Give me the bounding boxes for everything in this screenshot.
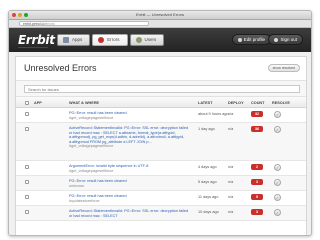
deploy-value: n/a	[228, 127, 234, 131]
deploy-value: n/a	[228, 165, 234, 169]
column-header-resolve: RESOLVE	[272, 101, 290, 105]
sign-out-label: Sign out	[280, 37, 297, 42]
error-message-link[interactable]: PG::Error: result has been cleared	[69, 194, 127, 198]
page-header: Unresolved Errors show resolved	[16, 57, 306, 81]
column-header-latest[interactable]: LATEST	[198, 101, 212, 105]
browser-toolbar: errbit.petrol.io/errors	[9, 20, 311, 28]
apps-icon	[63, 37, 69, 43]
row-checkbox[interactable]	[25, 165, 29, 169]
error-location: #updatestoreforce	[69, 198, 100, 203]
latest-time: 10 days ago	[198, 210, 219, 214]
count-badge: 2	[251, 164, 263, 170]
count-badge: 5	[251, 194, 263, 200]
error-summary: ArgumentError: invalid byte sequence in …	[69, 164, 191, 173]
table-row: ArgumentError: invalid byte sequence in …	[16, 161, 306, 176]
resolve-button[interactable]: ✓	[274, 163, 281, 171]
nav-tab-label: Users	[144, 37, 157, 42]
error-summary: ActiveRecord::StatementInvalid: PG::Erro…	[69, 209, 191, 218]
latest-time: 5 days ago	[198, 180, 217, 184]
errors-icon	[98, 37, 105, 43]
nav-tab-users[interactable]: Users	[129, 34, 165, 46]
latest-time: 11 days ago	[198, 195, 219, 199]
latest-time: 1 day ago	[198, 127, 215, 131]
users-icon	[135, 37, 142, 43]
error-message-link[interactable]: PG::Error: result has been cleared	[69, 179, 127, 183]
deploy-value: n/a	[228, 210, 234, 214]
address-bar[interactable]: errbit.petrol.io/errors	[19, 21, 149, 26]
check-icon: ✓	[275, 111, 280, 117]
edit-profile-label: Edit profile	[243, 37, 265, 42]
resolve-button[interactable]: ✓	[274, 125, 281, 133]
page-title: Unresolved Errors	[24, 63, 97, 73]
errbit-logo[interactable]: Errbit	[18, 33, 55, 47]
error-message-link[interactable]: ActiveRecord::StatementInvalid: PG::Erro…	[69, 126, 188, 144]
error-message-link[interactable]: PG::Error: result has been cleared	[69, 111, 127, 115]
table-row: ActiveRecord::StatementInvalid: PG::Erro…	[16, 206, 306, 221]
count-badge: 36	[251, 126, 263, 132]
select-all-checkbox[interactable]	[25, 100, 29, 105]
column-header-what-where[interactable]: WHAT & WHERE	[69, 101, 99, 105]
error-summary: PG::Error: result has been cleared unkno…	[69, 179, 191, 188]
edit-profile-button[interactable]: Edit profile	[231, 34, 271, 45]
main-content: Unresolved Errors show resolved APP WHAT…	[15, 56, 307, 235]
error-summary: PG::Error: result has been cleared #upda…	[69, 194, 191, 203]
check-icon: ✓	[275, 164, 280, 170]
resolve-button[interactable]: ✓	[274, 193, 281, 201]
logo-underline	[18, 47, 48, 48]
error-location: #get_voltagepagesellforce	[69, 144, 114, 149]
power-icon	[274, 37, 279, 42]
browser-window: Errbit — Unresolved Errors errbit.petrol…	[8, 10, 312, 236]
count-badge: 32	[251, 111, 263, 117]
deploy-value: n/a	[228, 195, 234, 199]
error-message-link[interactable]: ArgumentError: invalid byte sequence in …	[69, 164, 148, 168]
nav-tab-label: Apps	[72, 37, 83, 42]
check-icon: ✓	[275, 179, 280, 185]
search-bar	[16, 81, 306, 97]
window-titlebar: Errbit — Unresolved Errors	[9, 11, 311, 20]
row-checkbox[interactable]	[25, 195, 29, 199]
nav-tab-errors[interactable]: Errors	[92, 34, 128, 46]
resolve-button[interactable]: ✓	[274, 110, 281, 118]
table-row: ActiveRecord::StatementInvalid: PG::Erro…	[16, 123, 306, 161]
sign-out-button[interactable]: Sign out	[268, 34, 303, 45]
row-checkbox[interactable]	[25, 112, 29, 116]
table-row: PG::Error: result has been cleared #get_…	[16, 108, 306, 123]
error-message-link[interactable]: ActiveRecord::StatementInvalid: PG::Erro…	[69, 209, 188, 218]
nav-tab-apps[interactable]: Apps	[57, 34, 91, 46]
check-icon: ✓	[275, 126, 280, 132]
column-header-deploy[interactable]: DEPLOY	[228, 101, 244, 105]
table-row: PG::Error: result has been cleared unkno…	[16, 176, 306, 191]
row-checkbox[interactable]	[25, 127, 29, 131]
main-nav: Apps Errors Users	[57, 34, 165, 46]
latest-time: about 9 hours ago	[198, 112, 229, 116]
check-icon: ✓	[275, 209, 280, 215]
count-badge: 3	[251, 209, 263, 215]
nav-tab-label: Errors	[107, 37, 120, 42]
user-icon	[237, 37, 242, 42]
url-host: errbit.petrol.io	[23, 22, 45, 26]
error-summary: PG::Error: result has been cleared #get_…	[69, 111, 191, 120]
show-resolved-button[interactable]: show resolved	[267, 64, 300, 72]
table-header: APP WHAT & WHERE LATEST DEPLOY COUNT RES…	[16, 97, 306, 108]
error-location: #get_voltagepagesellforce	[69, 115, 114, 120]
window-title: Errbit — Unresolved Errors	[135, 12, 184, 17]
error-summary: ActiveRecord::StatementInvalid: PG::Erro…	[69, 126, 191, 149]
error-location: #get_voltagepagesellforce	[69, 168, 114, 173]
row-checkbox[interactable]	[25, 180, 29, 184]
url-path: /errors	[44, 22, 55, 26]
resolve-button[interactable]: ✓	[274, 178, 281, 186]
error-location: unknown	[69, 183, 85, 188]
table-row: PG::Error: result has been cleared #upda…	[16, 191, 306, 206]
latest-time: 4 days ago	[198, 165, 217, 169]
check-icon: ✓	[275, 194, 280, 200]
app-header: Errbit Apps Errors Users Edit profile Si…	[9, 28, 311, 52]
search-input[interactable]	[24, 85, 300, 93]
deploy-value: n/a	[228, 180, 234, 184]
column-header-count[interactable]: COUNT	[251, 101, 265, 105]
resolve-button[interactable]: ✓	[274, 208, 281, 216]
row-checkbox[interactable]	[25, 210, 29, 214]
deploy-value: n/a	[228, 112, 234, 116]
count-badge: 3	[251, 179, 263, 185]
column-header-app[interactable]: APP	[34, 101, 42, 105]
